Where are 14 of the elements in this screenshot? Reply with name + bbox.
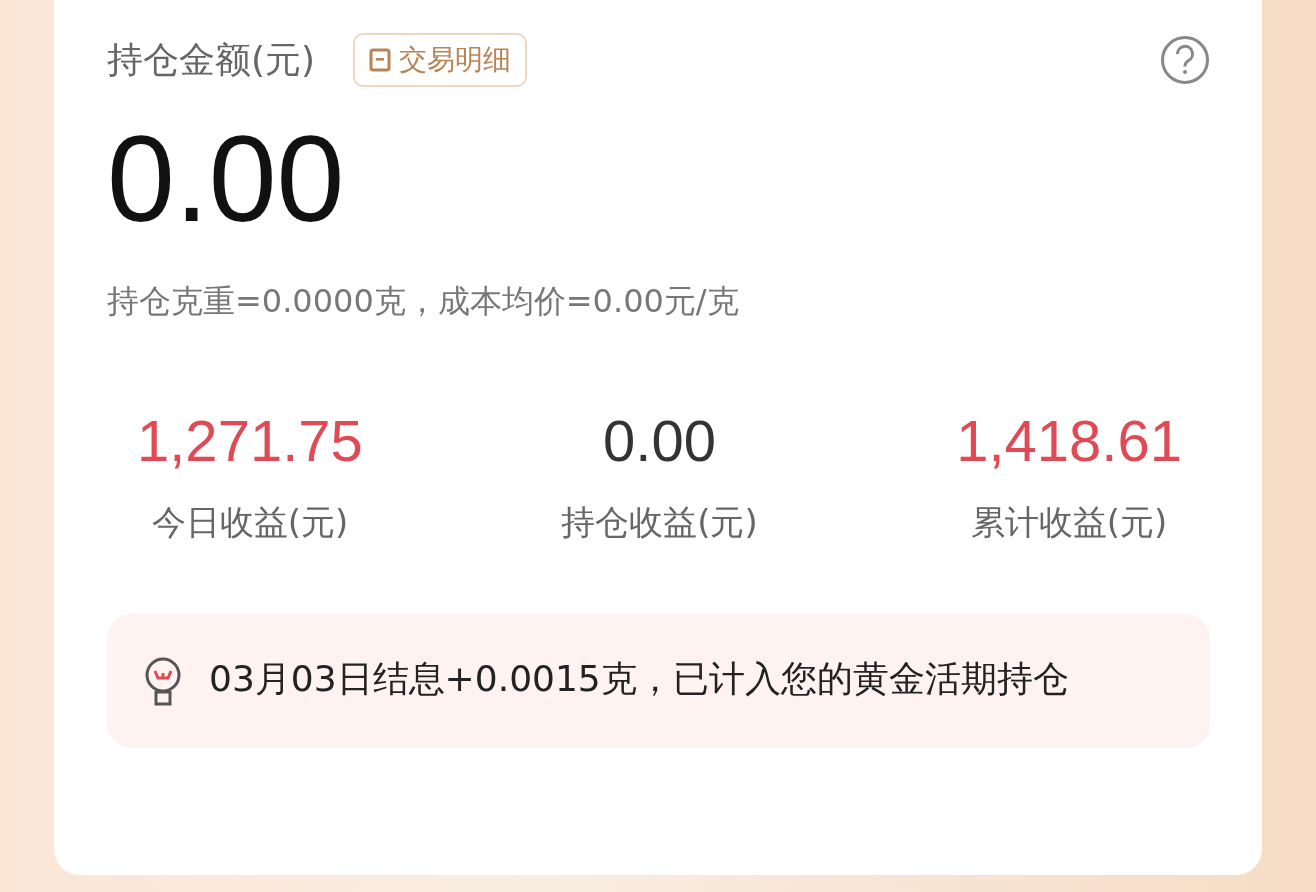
earnings-label: 累计收益(元) [970,501,1168,544]
earnings-value: 1,418.61 [956,412,1182,470]
holding-amount-title: 持仓金额(元) [107,37,316,82]
earnings-value: 1,271.75 [137,412,363,470]
notice-text: 03月03日结息+0.0015克，已计入您的黄金活期持仓 [209,657,1069,701]
help-icon[interactable] [1160,35,1210,85]
earnings-value: 0.00 [603,412,716,470]
transaction-detail-button[interactable]: 交易明细 [353,33,528,87]
earnings-label: 持仓收益(元) [561,501,758,544]
holding-amount-value: 0.00 [107,118,346,240]
lightbulb-icon [143,656,183,708]
holding-summary: 持仓克重=0.0000克，成本均价=0.00元/克 [107,281,740,322]
list-icon [369,48,392,72]
earnings-label: 今日收益(元) [151,501,349,544]
